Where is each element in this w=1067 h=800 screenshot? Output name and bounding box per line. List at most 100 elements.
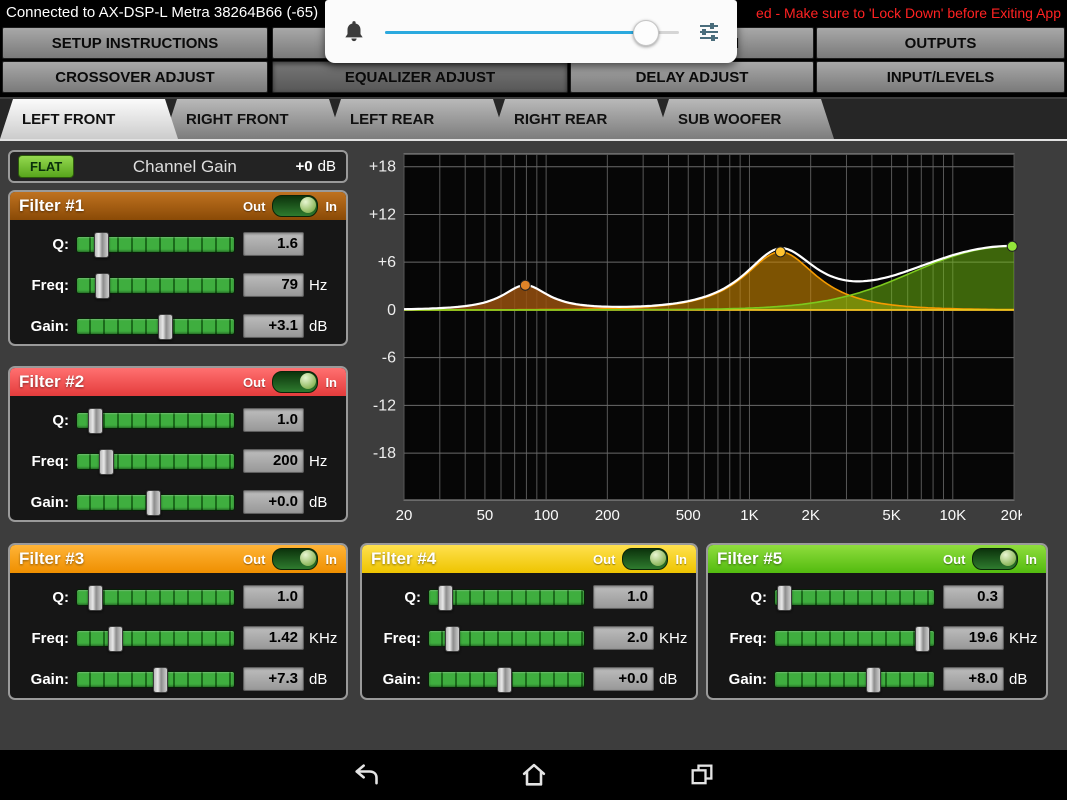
home-icon[interactable] <box>520 761 548 789</box>
slider-thumb[interactable] <box>438 585 453 611</box>
slider-thumb[interactable] <box>108 626 123 652</box>
filter-4-q-row: Q: 1.0 <box>362 580 696 614</box>
slider-thumb[interactable] <box>915 626 930 652</box>
filter-4-panel: Filter #4 Out In Q: 1.0 Freq: 2.0 KHz <box>360 543 698 700</box>
filter-3-in-out-toggle[interactable] <box>272 548 318 570</box>
slider-track <box>76 318 235 335</box>
volume-popup <box>325 0 737 63</box>
tab-right-rear[interactable]: RIGHT REAR <box>492 99 670 139</box>
filter-5-q-value: 0.3 <box>943 585 1004 609</box>
tab-left-front[interactable]: LEFT FRONT <box>0 99 178 139</box>
slider-thumb[interactable] <box>153 667 168 693</box>
filter-2-q-value: 1.0 <box>243 408 304 432</box>
filter-1-freq-slider[interactable] <box>76 273 235 297</box>
slider-thumb[interactable] <box>777 585 792 611</box>
slider-thumb[interactable] <box>146 490 161 516</box>
gain-label: Gain: <box>17 671 69 688</box>
filter-3-q-slider[interactable] <box>76 585 235 609</box>
channel-gain-bar: FLAT Channel Gain +0 dB <box>8 150 348 183</box>
slider-track <box>774 630 935 647</box>
filter-1-in-out-toggle[interactable] <box>272 195 318 217</box>
tab-left-rear[interactable]: LEFT REAR <box>328 99 506 139</box>
channel-gain-unit: dB <box>318 158 336 175</box>
filter-1-freq-row: Freq: 79 Hz <box>10 268 346 302</box>
filter-4-q-slider[interactable] <box>428 585 585 609</box>
eq-dot-filter-3[interactable] <box>775 247 785 257</box>
filter-1-q-value: 1.6 <box>243 232 304 256</box>
filter-2-freq-slider[interactable] <box>76 449 235 473</box>
filter-5-gain-slider[interactable] <box>774 667 935 691</box>
menu-button-crossover-adjust[interactable]: CROSSOVER ADJUST <box>2 61 268 93</box>
recents-icon[interactable] <box>688 761 716 789</box>
slider-thumb[interactable] <box>99 449 114 475</box>
filter-1-gain-slider[interactable] <box>76 314 235 338</box>
slider-thumb[interactable] <box>497 667 512 693</box>
filter-3-freq-slider[interactable] <box>76 626 235 650</box>
menu-button-input-levels[interactable]: INPUT/LEVELS <box>816 61 1065 93</box>
gain-unit: dB <box>659 671 689 688</box>
filter-2-q-slider[interactable] <box>76 408 235 432</box>
filter-3-title: Filter #3 <box>19 549 84 569</box>
filter-4-gain-slider[interactable] <box>428 667 585 691</box>
lockdown-warning-text: ed - Make sure to 'Lock Down' before Exi… <box>756 5 1061 21</box>
volume-slider[interactable] <box>385 19 679 45</box>
eq-graph[interactable]: +18+12+60-6-12-1820501002005001K2K5K10K2… <box>358 150 1022 527</box>
filter-2-gain-slider[interactable] <box>76 490 235 514</box>
volume-slider-thumb[interactable] <box>633 20 659 46</box>
gain-unit: dB <box>1009 671 1039 688</box>
slider-thumb[interactable] <box>866 667 881 693</box>
menu-button-setup-instructions[interactable]: SETUP INSTRUCTIONS <box>2 27 268 59</box>
filter-2-in-out-toggle[interactable] <box>272 371 318 393</box>
filter-2-in-label: In <box>325 375 337 390</box>
eq-dot-filter-5[interactable] <box>1007 241 1017 251</box>
slider-thumb[interactable] <box>445 626 460 652</box>
eq-dot-filter-1[interactable] <box>520 280 530 290</box>
filter-2-title: Filter #2 <box>19 372 84 392</box>
filter-2-header: Filter #2 Out In <box>10 368 346 396</box>
tab-right-front[interactable]: RIGHT FRONT <box>164 99 342 139</box>
slider-thumb[interactable] <box>95 273 110 299</box>
filter-4-in-out-toggle[interactable] <box>622 548 668 570</box>
freq-unit: KHz <box>1009 630 1039 647</box>
filter-2-panel: Filter #2 Out In Q: 1.0 Freq: 200 Hz <box>8 366 348 522</box>
back-icon[interactable] <box>352 761 380 789</box>
freq-label: Freq: <box>17 630 69 647</box>
slider-thumb[interactable] <box>88 408 103 434</box>
slider-thumb[interactable] <box>158 314 173 340</box>
filter-3-freq-value: 1.42 <box>243 626 304 650</box>
menu-button-delay-adjust[interactable]: DELAY ADJUST <box>570 61 814 93</box>
flat-button[interactable]: FLAT <box>18 155 74 178</box>
notification-bell-icon <box>341 19 367 45</box>
filter-1-q-row: Q: 1.6 <box>10 227 346 261</box>
volume-settings-tune-icon[interactable] <box>697 20 721 44</box>
menu-button-outputs[interactable]: OUTPUTS <box>816 27 1065 59</box>
slider-thumb[interactable] <box>88 585 103 611</box>
tab-sub-woofer[interactable]: SUB WOOFER <box>656 99 834 139</box>
filter-4-q-value: 1.0 <box>593 585 654 609</box>
freq-label: Freq: <box>17 277 69 294</box>
filter-5-in-out-toggle[interactable] <box>972 548 1018 570</box>
filter-5-q-slider[interactable] <box>774 585 935 609</box>
filter-3-gain-slider[interactable] <box>76 667 235 691</box>
filter-5-gain-row: Gain: +8.0 dB <box>708 662 1046 696</box>
filter-4-freq-slider[interactable] <box>428 626 585 650</box>
filter-1-freq-value: 79 <box>243 273 304 297</box>
filter-2-gain-row: Gain: +0.0 dB <box>10 485 346 519</box>
filter-2-out-label: Out <box>243 375 265 390</box>
filter-4-freq-value: 2.0 <box>593 626 654 650</box>
filter-3-panel: Filter #3 Out In Q: 1.0 Freq: 1.42 KHz <box>8 543 348 700</box>
filter-1-title: Filter #1 <box>19 196 84 216</box>
q-label: Q: <box>17 412 69 429</box>
eq-graph-container: +18+12+60-6-12-1820501002005001K2K5K10K2… <box>358 150 1022 527</box>
slider-track <box>774 671 935 688</box>
filter-5-q-row: Q: 0.3 <box>708 580 1046 614</box>
gain-label: Gain: <box>715 671 767 688</box>
filter-1-gain-row: Gain: +3.1 dB <box>10 309 346 343</box>
filter-1-q-slider[interactable] <box>76 232 235 256</box>
filter-1-panel: Filter #1 Out In Q: 1.6 Freq: 79 Hz <box>8 190 348 346</box>
menu-button-equalizer-adjust[interactable]: EQUALIZER ADJUST <box>272 61 568 93</box>
slider-thumb[interactable] <box>94 232 109 258</box>
filter-4-header: Filter #4 Out In <box>362 545 696 573</box>
filter-5-freq-slider[interactable] <box>774 626 935 650</box>
filter-1-gain-value: +3.1 <box>243 314 304 338</box>
